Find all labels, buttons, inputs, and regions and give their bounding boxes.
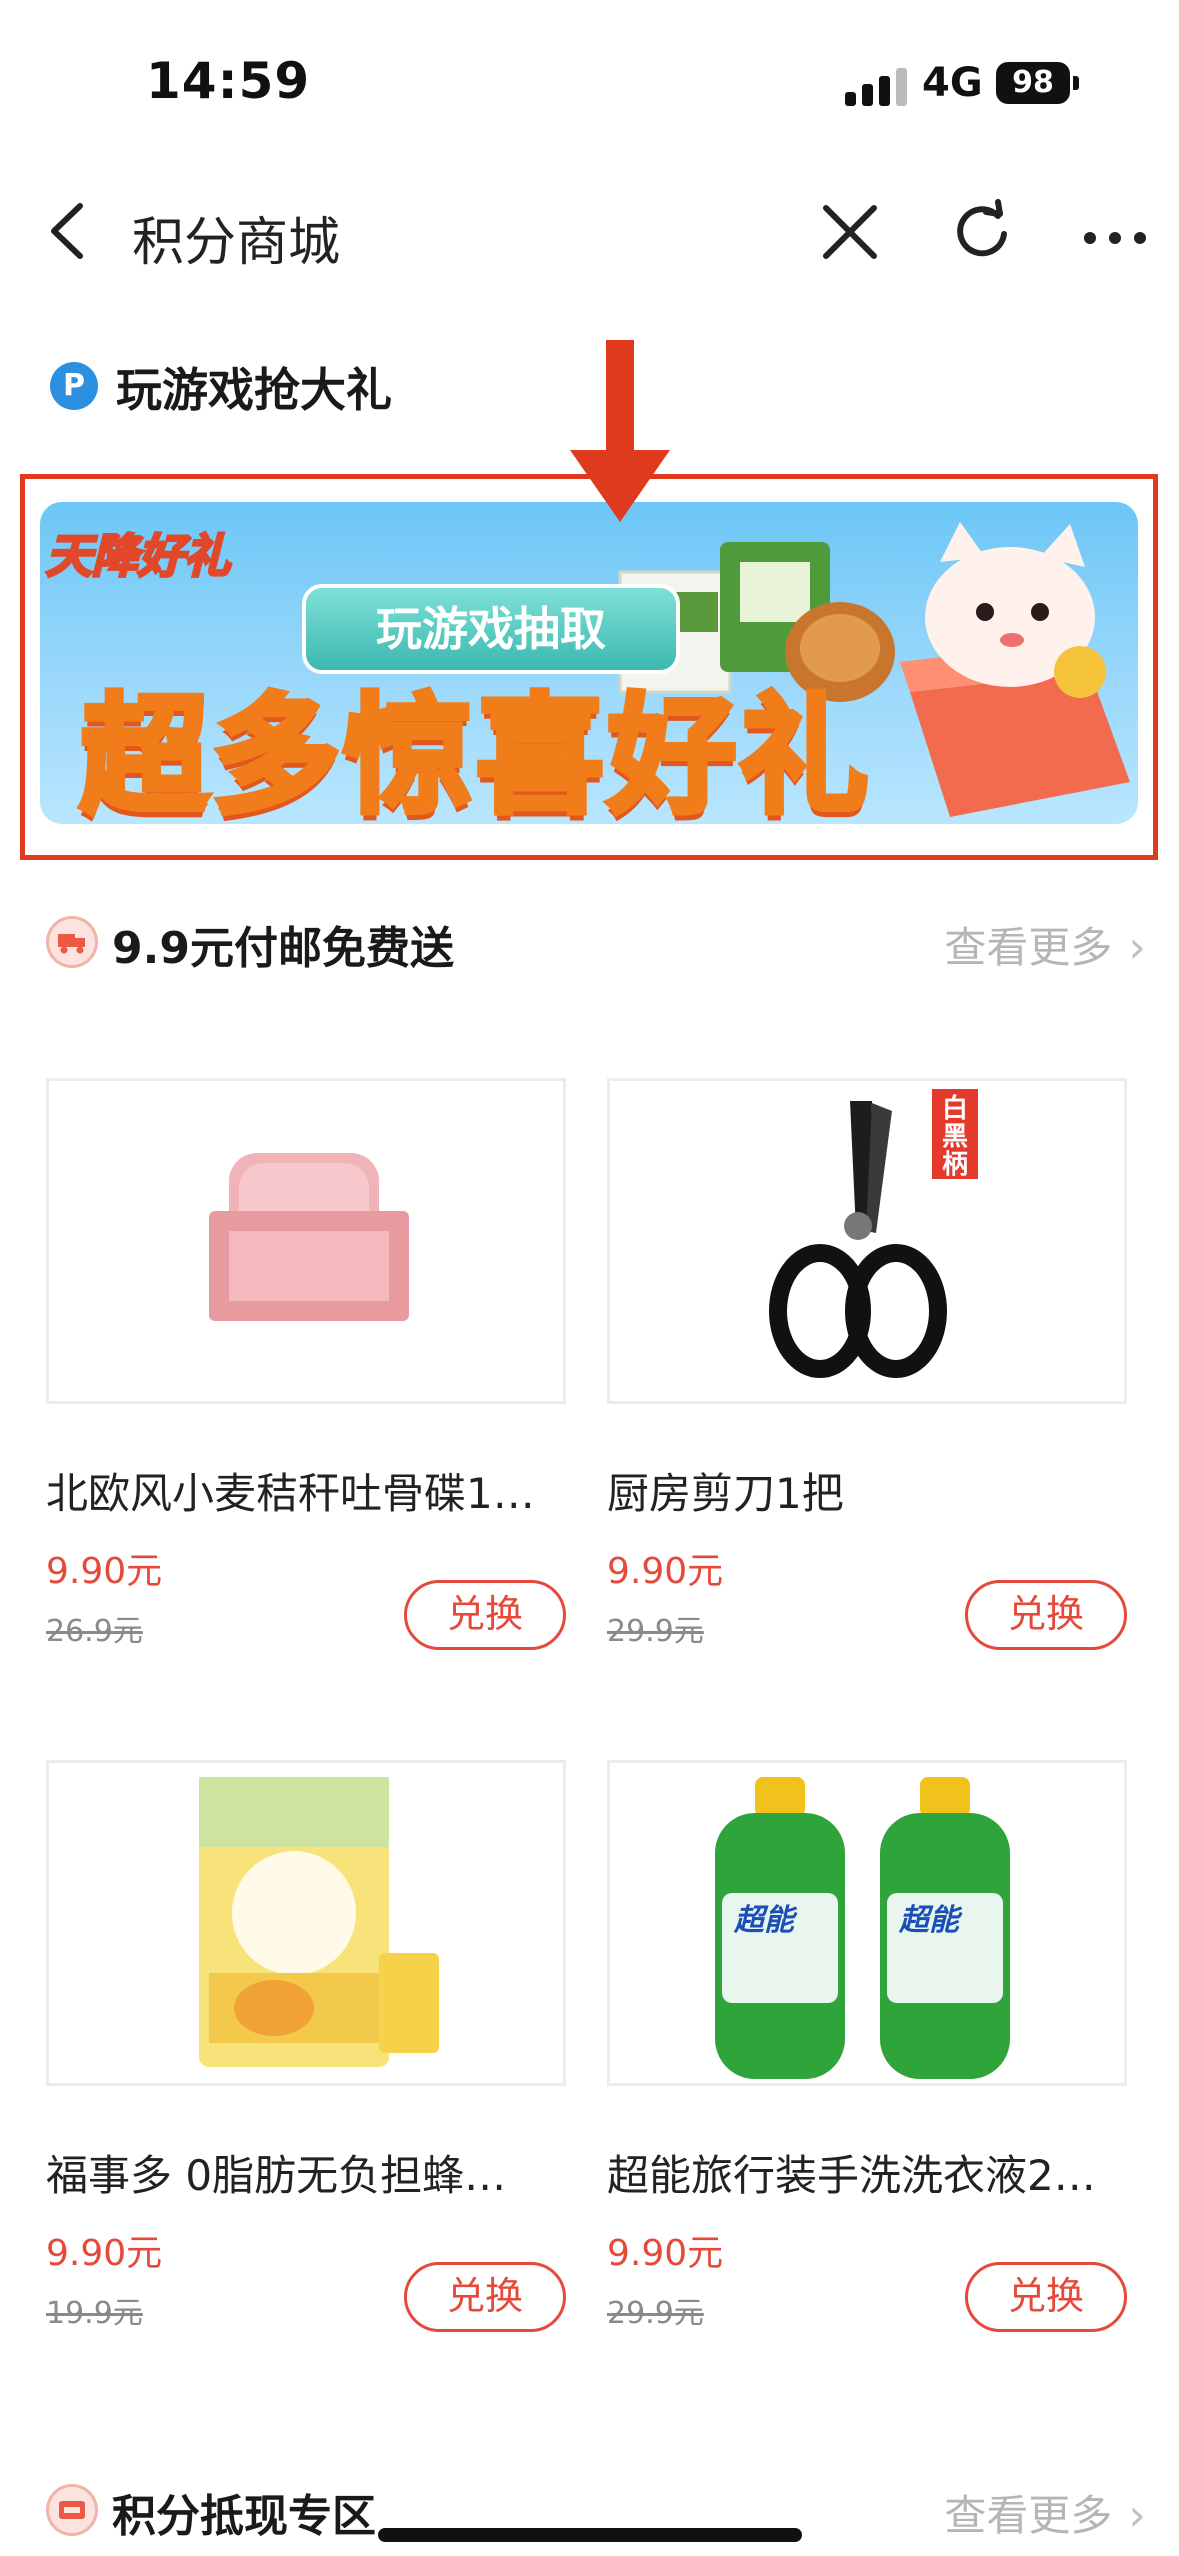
product-image-label: 超能 (899, 1903, 959, 1938)
status-time: 14:59 (146, 52, 311, 110)
more-icon[interactable] (1080, 200, 1150, 264)
coupon-icon (46, 2484, 98, 2536)
product-price: 9.90元 (46, 1551, 163, 1592)
product-price: 9.90元 (607, 1551, 724, 1592)
product-card[interactable]: 北欧风小麦秸秆吐骨碟1… 9.90元 26.9元 兑换 (46, 1078, 566, 1698)
back-icon[interactable] (40, 196, 100, 266)
product-card[interactable]: 白黑柄 厨房剪刀1把 9.90元 29.9元 兑换 (607, 1078, 1127, 1698)
home-indicator[interactable] (378, 2528, 802, 2542)
close-icon[interactable] (818, 200, 882, 264)
network-type: 4G (922, 60, 983, 106)
view-more-label: 查看更多 (944, 2491, 1113, 2540)
product-original-price: 26.9元 (46, 1614, 143, 1649)
product-name: 福事多 0脂肪无负担蜂… (46, 2151, 507, 2200)
product-price: 9.90元 (607, 2233, 724, 2274)
product-image (46, 1760, 566, 2086)
product-image: 超能 超能 (607, 1760, 1127, 2086)
truck-icon (46, 916, 98, 968)
chevron-right-icon: › (1128, 2490, 1146, 2541)
annotation-highlight-box (20, 474, 1158, 860)
battery-icon: 98 (996, 62, 1070, 104)
page-title: 积分商城 (132, 213, 341, 273)
game-section-title: 玩游戏抢大礼 (116, 363, 392, 417)
product-card[interactable]: 超能 超能 超能旅行装手洗洗衣液2… 9.90元 29.9元 兑换 (607, 1760, 1127, 2380)
shipping-view-more-link[interactable]: 查看更多 › (944, 914, 1146, 975)
cash-section-title: 积分抵现专区 (112, 2491, 376, 2542)
product-price: 9.90元 (46, 2233, 163, 2274)
product-image (46, 1078, 566, 1404)
redeem-button[interactable]: 兑换 (965, 2262, 1127, 2332)
annotation-down-arrow-icon (570, 340, 670, 522)
redeem-button[interactable]: 兑换 (404, 1580, 566, 1650)
points-logo-icon: P (50, 362, 98, 410)
product-original-price: 19.9元 (46, 2296, 143, 2331)
signal-icon (845, 66, 911, 106)
shipping-section-header: 9.9元付邮免费送 查看更多 › (46, 904, 1146, 984)
product-original-price: 29.9元 (607, 2296, 704, 2331)
product-name: 超能旅行装手洗洗衣液2… (607, 2151, 1096, 2200)
nav-bar: 积分商城 (0, 170, 1179, 290)
product-name: 北欧风小麦秸秆吐骨碟1… (46, 1469, 535, 1518)
view-more-label: 查看更多 (944, 923, 1113, 972)
cash-view-more-link[interactable]: 查看更多 › (944, 2482, 1146, 2543)
refresh-icon[interactable] (950, 198, 1014, 262)
product-image: 白黑柄 (607, 1078, 1127, 1404)
status-bar: 14:59 4G 98 (0, 0, 1179, 160)
product-card[interactable]: 福事多 0脂肪无负担蜂… 9.90元 19.9元 兑换 (46, 1760, 566, 2380)
product-image-label: 白黑柄 (941, 1094, 968, 1180)
redeem-button[interactable]: 兑换 (965, 1580, 1127, 1650)
product-image-label: 超能 (734, 1903, 794, 1938)
chevron-right-icon: › (1128, 922, 1146, 973)
battery-tip (1073, 76, 1079, 90)
product-original-price: 29.9元 (607, 1614, 704, 1649)
shipping-section-title: 9.9元付邮免费送 (112, 923, 454, 974)
product-name: 厨房剪刀1把 (607, 1469, 844, 1518)
redeem-button[interactable]: 兑换 (404, 2262, 566, 2332)
